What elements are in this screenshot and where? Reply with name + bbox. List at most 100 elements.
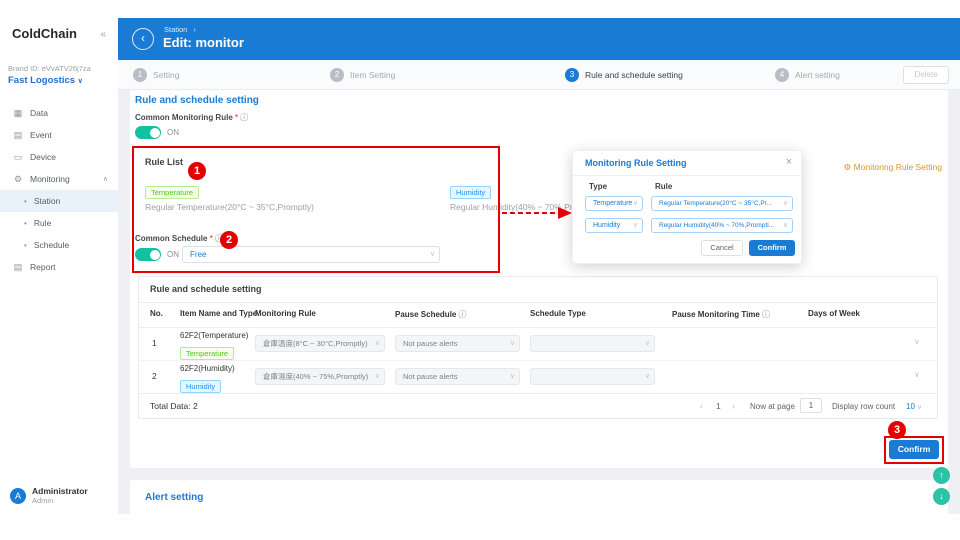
common-monitoring-rule-toggle[interactable] <box>135 126 161 139</box>
chevron-down-icon: ∨ <box>645 336 650 351</box>
monitoring-rule-setting-link[interactable]: ⚙ Monitoring Rule Setting <box>820 162 942 173</box>
row1-monitoring-rule-select[interactable]: 倉庫溫度(8°C ~ 30°C,Promptly)∨ <box>255 335 385 352</box>
next-page-icon[interactable]: › <box>732 401 735 411</box>
chevron-down-icon: ∨ <box>783 197 788 210</box>
row2-pause-schedule-select[interactable]: Not pause alerts∨ <box>395 368 520 385</box>
row2-name: 62F2(Humidity) <box>180 364 235 373</box>
scroll-to-bottom-button[interactable]: ↓ <box>933 488 950 505</box>
arrow-up-icon: ↑ <box>939 470 944 480</box>
info-icon[interactable]: ⓘ <box>458 310 466 319</box>
type-select-row2[interactable]: Humidity∨ <box>585 218 643 233</box>
page-title: Edit: monitor <box>163 35 244 50</box>
brand-selector[interactable]: Fast Logostics ∨ <box>8 75 83 86</box>
step-number: 3 <box>565 68 579 82</box>
dialog-confirm-button[interactable]: Confirm <box>749 240 795 256</box>
row2-monitoring-rule-select[interactable]: 倉庫濕度(40% ~ 75%,Promptly)∨ <box>255 368 385 385</box>
type-select-row1[interactable]: Temperature∨ <box>585 196 643 211</box>
col-pause-schedule: Pause Scheduleⓘ <box>395 309 466 320</box>
sidebar-item-event[interactable]: ▤ Event <box>0 124 118 146</box>
step-3-rule-schedule[interactable]: 3 Rule and schedule setting <box>565 68 683 82</box>
sidebar-collapse-icon[interactable]: « <box>100 29 106 40</box>
bottom-strip <box>118 514 960 540</box>
chevron-down-icon: ∨ <box>375 336 380 351</box>
chevron-down-icon: ∨ <box>375 369 380 384</box>
alert-setting-card <box>130 480 948 514</box>
info-icon[interactable]: ⓘ <box>240 113 248 122</box>
top-strip <box>118 0 960 18</box>
col-days-of-week: Days of Week <box>808 309 860 318</box>
display-row-count-label: Display row count <box>832 402 895 411</box>
total-data-label: Total Data: 2 <box>150 401 198 411</box>
annotation-number-1: 1 <box>188 162 206 180</box>
toggle-on-label: ON <box>167 128 179 137</box>
col-monitoring-rule: Monitoring Rule <box>255 309 316 318</box>
avatar: A <box>10 488 26 504</box>
row1-pause-schedule-select[interactable]: Not pause alerts∨ <box>395 335 520 352</box>
required-asterisk: * <box>235 113 238 122</box>
row1-days-expand-icon[interactable]: ∨ <box>914 337 920 346</box>
annotation-dashed-arrow <box>502 206 572 220</box>
user-role: Admin <box>32 496 88 505</box>
sidebar-menu: ▦ Data ▤ Event ▭ Device ⚙ Monitoring ∧ •… <box>0 102 118 278</box>
row1-tag: Temperature <box>180 343 234 361</box>
report-icon: ▤ <box>13 262 23 273</box>
page-number[interactable]: 1 <box>716 401 721 411</box>
sidebar-item-device[interactable]: ▭ Device <box>0 146 118 168</box>
sidebar-item-station[interactable]: • Station <box>0 190 118 212</box>
step-1-setting[interactable]: 1 Setting <box>133 68 179 82</box>
row1-schedule-type-select[interactable]: ∨ <box>530 335 655 352</box>
annotation-number-2: 2 <box>220 231 238 249</box>
sidebar-item-report[interactable]: ▤ Report <box>0 256 118 278</box>
row2-days-expand-icon[interactable]: ∨ <box>914 370 920 379</box>
bullet-icon: • <box>24 197 27 206</box>
monitoring-icon: ⚙ <box>13 174 23 185</box>
delete-button[interactable]: Delete <box>903 66 949 84</box>
divider <box>138 360 938 361</box>
col-item-name-type: Item Name and Type <box>180 309 257 318</box>
divider <box>138 302 938 303</box>
table-title: Rule and schedule setting <box>150 284 262 294</box>
info-icon[interactable]: ⓘ <box>762 310 770 319</box>
user-name: Administrator <box>32 486 88 496</box>
chevron-down-icon: ∨ <box>633 219 638 232</box>
section-title: Rule and schedule setting <box>135 95 259 106</box>
user-info[interactable]: A Administrator Admin <box>10 486 88 505</box>
rule-column-header: Rule <box>655 182 672 191</box>
chevron-down-icon: ∨ <box>78 78 83 85</box>
monitoring-rule-setting-dialog: Monitoring Rule Setting × Type Rule Temp… <box>572 150 802 264</box>
now-at-page-label: Now at page <box>750 402 795 411</box>
step-2-item-setting[interactable]: 2 Item Setting <box>330 68 395 82</box>
common-monitoring-rule-label: Common Monitoring Rule *ⓘ <box>135 112 248 123</box>
row2-schedule-type-select[interactable]: ∨ <box>530 368 655 385</box>
sidebar-item-data[interactable]: ▦ Data <box>0 102 118 124</box>
breadcrumb[interactable]: Station › <box>164 25 196 34</box>
col-schedule-type: Schedule Type <box>530 309 586 318</box>
back-button[interactable]: ‹ <box>132 28 154 50</box>
row-count-select[interactable]: 10 ∨ <box>906 402 922 411</box>
close-icon[interactable]: × <box>786 156 792 168</box>
prev-page-icon[interactable]: ‹ <box>700 401 703 411</box>
brand-id: Brand ID: eVvATV26j7za <box>8 64 91 73</box>
col-pause-monitoring-time: Pause Monitoring Timeⓘ <box>672 309 770 320</box>
dialog-cancel-button[interactable]: Cancel <box>701 240 743 256</box>
divider <box>138 327 938 328</box>
breadcrumb-separator-icon: › <box>193 25 196 34</box>
step-number: 1 <box>133 68 147 82</box>
divider <box>573 175 801 176</box>
rule-select-row1[interactable]: Regular Temperature(20°C ~ 35°C,Pr...∨ <box>651 196 793 211</box>
rule-select-row2[interactable]: Regular Humidity(40% ~ 70%,Promptl...∨ <box>651 218 793 233</box>
step-4-alert-setting[interactable]: 4 Alert setting <box>775 68 840 82</box>
app-logo: ColdChain <box>12 26 77 41</box>
scroll-to-top-button[interactable]: ↑ <box>933 467 950 484</box>
chevron-down-icon: ∨ <box>510 336 515 351</box>
row1-name: 62F2(Temperature) <box>180 331 248 340</box>
sidebar-item-rule[interactable]: • Rule <box>0 212 118 234</box>
chevron-down-icon: ∨ <box>917 404 922 411</box>
annotation-rect-rule-area <box>132 146 500 273</box>
sidebar-item-monitoring[interactable]: ⚙ Monitoring ∧ <box>0 168 118 190</box>
divider <box>138 393 938 394</box>
sidebar-item-schedule[interactable]: • Schedule <box>0 234 118 256</box>
annotation-number-3: 3 <box>888 421 906 439</box>
page-input[interactable] <box>800 398 822 413</box>
row1-no: 1 <box>152 338 157 348</box>
